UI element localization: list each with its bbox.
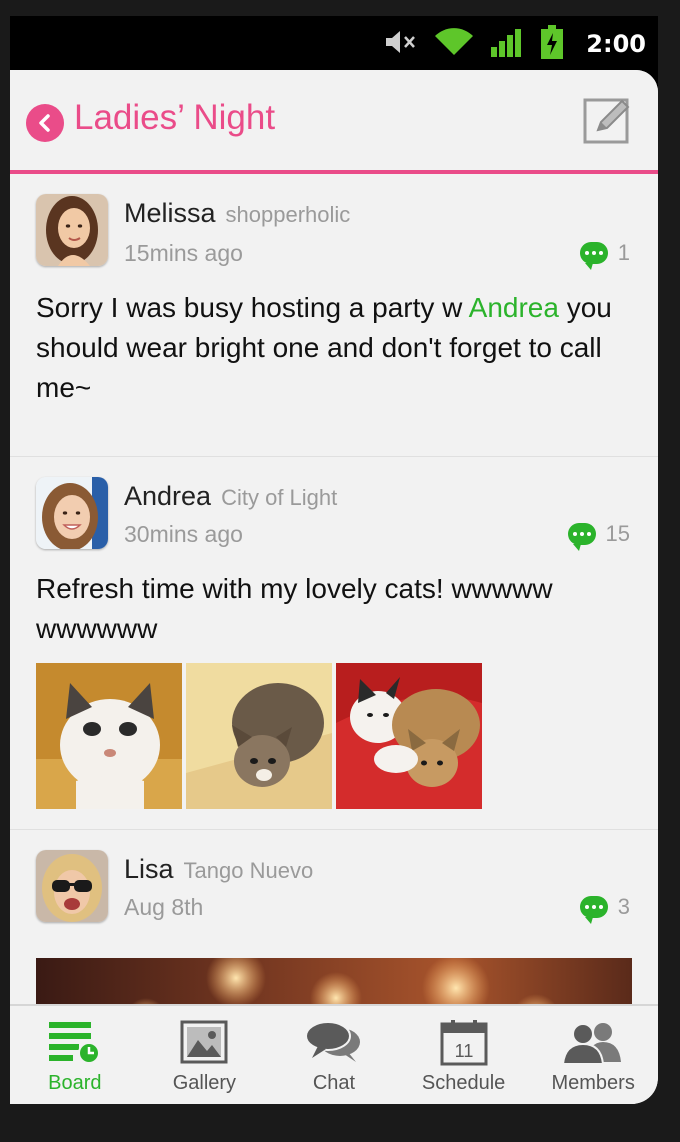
- app-screen: Ladies’ Night Melissa shopperholic 15min…: [10, 70, 658, 1104]
- tab-label: Chat: [312, 1072, 356, 1094]
- author-tagline: Tango Nuevo: [183, 858, 314, 883]
- calendar-icon: 11: [440, 1020, 488, 1066]
- signal-icon: [490, 27, 524, 61]
- gallery-icon: [180, 1020, 228, 1064]
- tab-chat[interactable]: Chat: [269, 1006, 399, 1104]
- edit-icon: [583, 98, 630, 144]
- bottom-tab-bar: Board Gallery Chat 11 Schedule Members: [10, 1004, 658, 1104]
- comment-count-value: 15: [605, 521, 630, 546]
- photo-thumbnail[interactable]: [36, 663, 182, 809]
- comment-count[interactable]: 15: [567, 521, 630, 551]
- avatar[interactable]: [36, 477, 108, 549]
- tab-label: Schedule: [421, 1072, 506, 1094]
- mute-icon: [384, 29, 418, 59]
- comment-bubble-icon: [579, 896, 608, 924]
- post-author: Melissa shopperholic: [124, 198, 350, 229]
- post-time: Aug 8th: [124, 894, 204, 920]
- author-name: Lisa: [124, 854, 174, 884]
- post-text-start: Sorry I was busy hosting a party w: [36, 292, 469, 323]
- back-button[interactable]: [26, 104, 64, 142]
- battery-icon: [540, 25, 564, 63]
- photo-banner[interactable]: [36, 958, 632, 1004]
- chat-icon: [304, 1021, 360, 1062]
- svg-text:11: 11: [454, 1041, 473, 1061]
- avatar[interactable]: [36, 850, 108, 922]
- header: Ladies’ Night: [10, 70, 658, 174]
- compose-button[interactable]: [582, 94, 634, 146]
- tab-members[interactable]: Members: [528, 1006, 658, 1104]
- mention-link[interactable]: Andrea: [469, 292, 559, 323]
- comment-count-value: 3: [617, 894, 630, 919]
- page-title: Ladies’ Night: [74, 98, 276, 137]
- tab-label: Members: [551, 1072, 635, 1094]
- tab-board[interactable]: Board: [10, 1006, 140, 1104]
- post-time: 30mins ago: [124, 521, 243, 547]
- comment-bubble-icon: [579, 242, 608, 270]
- wifi-icon: [434, 27, 474, 61]
- status-bar: 2:00: [10, 16, 658, 70]
- post-item[interactable]: Andrea City of Light 30mins ago 15 Refres…: [10, 457, 658, 830]
- tab-label: Board: [48, 1072, 102, 1094]
- post-author: Lisa Tango Nuevo: [124, 854, 313, 885]
- author-name: Andrea: [124, 481, 212, 511]
- author-tagline: shopperholic: [225, 202, 351, 227]
- post-time: 15mins ago: [124, 240, 243, 266]
- board-icon: [48, 1022, 100, 1064]
- author-tagline: City of Light: [221, 485, 338, 510]
- post-author: Andrea City of Light: [124, 481, 337, 512]
- tab-label: Gallery: [172, 1072, 237, 1094]
- tab-gallery[interactable]: Gallery: [140, 1006, 270, 1104]
- post-item[interactable]: Lisa Tango Nuevo Aug 8th 3: [10, 830, 658, 1004]
- comment-count[interactable]: 3: [579, 894, 630, 924]
- avatar[interactable]: [36, 194, 108, 266]
- tab-schedule[interactable]: 11 Schedule: [399, 1006, 529, 1104]
- chevron-left-icon: [39, 114, 50, 132]
- photo-strip: [36, 663, 482, 809]
- post-body: Refresh time with my lovely cats! wwwww …: [36, 573, 553, 644]
- members-icon: [562, 1023, 622, 1064]
- photo-thumbnail[interactable]: [186, 663, 332, 809]
- photo-thumbnail[interactable]: [336, 663, 482, 809]
- comment-bubble-icon: [567, 523, 596, 551]
- comment-count[interactable]: 1: [579, 240, 630, 270]
- board-feed[interactable]: Melissa shopperholic 15mins ago 1 Sorry I…: [10, 174, 658, 1004]
- phone-frame: 2:00 Ladies’ Night Melissa shopperholic …: [10, 16, 658, 1104]
- post-body: Sorry I was busy hosting a party w Andre…: [36, 288, 636, 408]
- post-item[interactable]: Melissa shopperholic 15mins ago 1 Sorry I…: [10, 174, 658, 457]
- author-name: Melissa: [124, 198, 216, 228]
- clock: 2:00: [586, 30, 646, 58]
- comment-count-value: 1: [617, 240, 630, 265]
